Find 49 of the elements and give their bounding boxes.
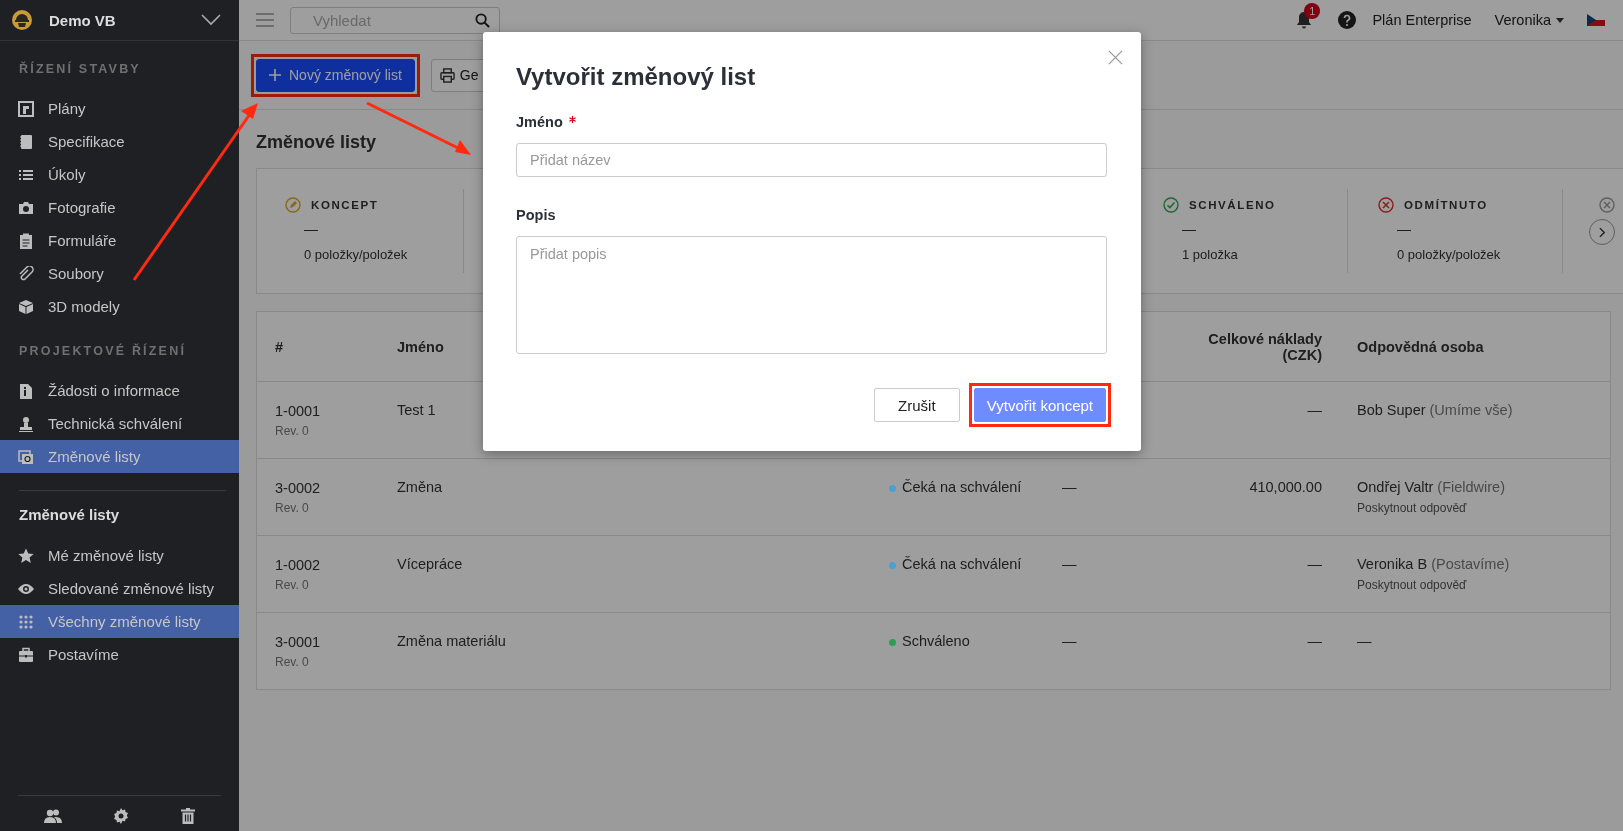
table-cell-text: —: [1306, 632, 1322, 651]
table-cell-text: Test 1: [397, 401, 437, 420]
revision-label: Rev. 0: [275, 501, 310, 515]
stat-value: —: [1182, 221, 1197, 237]
company-name: (Umíme vše): [1429, 402, 1513, 418]
revision-label: Rev. 0: [275, 424, 310, 438]
revision-label: Rev. 0: [275, 655, 310, 669]
table-cell-text: Změna materiálu: [397, 632, 507, 651]
page-title: Změnové listy: [256, 132, 378, 152]
table-cell-text: Změna: [397, 478, 444, 497]
person-name: —: [1357, 633, 1372, 649]
field-label: Popis: [516, 207, 556, 223]
person-name: Ondřej Valtr: [1357, 479, 1434, 495]
stat-label: ODMÍTNUTO: [1404, 199, 1488, 211]
table-cell-text: 410,000.00: [1248, 478, 1322, 497]
stat-value: —: [1397, 221, 1412, 237]
revision-label: Rev. 0: [275, 578, 310, 592]
row-number: 1-0002: [275, 556, 322, 574]
company-name: (Postavíme): [1431, 556, 1510, 572]
row-number: 1-0001: [275, 402, 322, 420]
section-title: ŘÍZENÍ STAVBY: [18, 60, 142, 78]
stat-count: 0 položky/položek: [1397, 247, 1502, 262]
action-note: Poskytnout odpověď: [1357, 578, 1468, 592]
field-label: Jméno: [516, 114, 576, 130]
stat-value: —: [304, 221, 319, 237]
table-cell-text: Vícepráce: [397, 555, 464, 574]
table-cell-text: —: [1062, 632, 1078, 651]
table-cell-text: —: [1306, 555, 1322, 574]
stat-label: KONCEPT: [311, 199, 379, 211]
person-name: Bob Super: [1357, 402, 1426, 418]
row-number: 3-0002: [275, 479, 322, 497]
status-label: Čeká na schválení: [902, 556, 1022, 572]
stat-count: 0 položky/položek: [304, 247, 409, 262]
company-name: (Fieldwire): [1437, 479, 1505, 495]
notification-badge: 1: [1304, 3, 1321, 19]
row-number: 3-0001: [275, 633, 322, 651]
section-title: PROJEKTOVÉ ŘÍZENÍ: [18, 342, 188, 360]
section-title: Změnové listy: [19, 505, 121, 525]
table-cell-text: —: [1062, 555, 1078, 574]
project-name: Demo VB: [49, 11, 117, 29]
stat-count: 1 položka: [1182, 247, 1239, 262]
stat-label: SCHVÁLENO: [1189, 199, 1276, 211]
status-label: Čeká na schválení: [902, 479, 1022, 495]
person-name: Veronika B: [1357, 556, 1428, 572]
table-cell-text: —: [1062, 478, 1078, 497]
action-note: Poskytnout odpověď: [1357, 501, 1468, 515]
status-label: Schváleno: [902, 633, 970, 649]
dialog-title: Vytvořit změnový list: [516, 62, 757, 92]
table-cell-text: —: [1306, 401, 1322, 420]
